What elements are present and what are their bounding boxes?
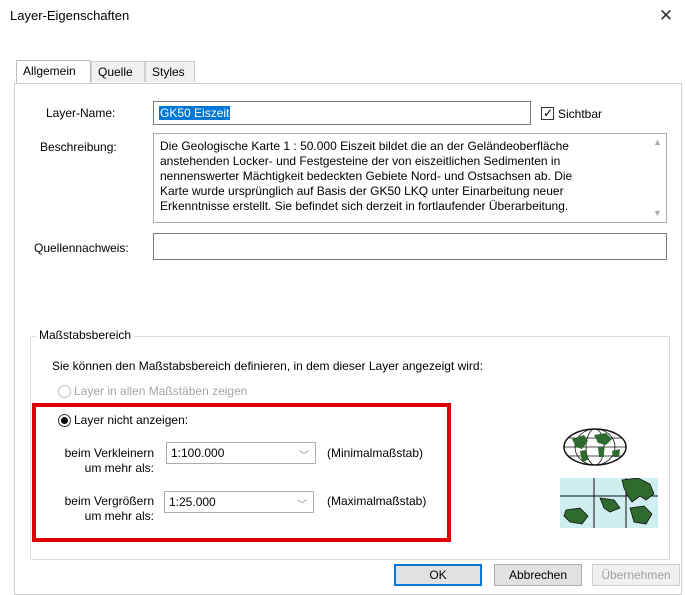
- description-label: Beschreibung:: [40, 140, 117, 154]
- visible-checkbox[interactable]: ✓: [541, 106, 554, 120]
- visible-label: Sichtbar: [558, 107, 603, 121]
- window-title: Layer-Eigenschaften: [10, 8, 130, 23]
- description-line: nennenswerter Mächtigkeit bedeckten Gebi…: [160, 169, 573, 183]
- layer-name-label: Layer-Name:: [46, 106, 116, 120]
- cancel-button[interactable]: Abbrechen: [494, 564, 582, 586]
- close-icon[interactable]: ✕: [653, 3, 679, 29]
- scale-range-intro: Sie können den Maßstabsbereich definiere…: [52, 359, 483, 373]
- ok-button[interactable]: OK: [394, 564, 482, 586]
- scroll-up-icon[interactable]: ▲: [649, 134, 666, 151]
- description-textarea[interactable]: Die Geologische Karte 1 : 50.000 Eiszeit…: [153, 133, 667, 223]
- description-line: anstehenden Locker- und Festgesteine der…: [160, 154, 561, 168]
- scale-range-legend: Maßstabsbereich: [36, 328, 135, 342]
- layer-name-value: GK50 Eiszeit: [159, 106, 231, 120]
- radio-all-scales[interactable]: [58, 385, 71, 398]
- tab-quelle[interactable]: Quelle: [91, 61, 145, 82]
- layer-name-input[interactable]: GK50 Eiszeit: [153, 101, 531, 125]
- description-line: Erkenntnisse erstellt. Sie befindet sich…: [160, 199, 569, 213]
- description-line: Karte wurde ursprünglich auf Basis der G…: [160, 184, 564, 198]
- source-input[interactable]: [153, 233, 667, 260]
- scroll-down-icon[interactable]: ▼: [649, 205, 666, 222]
- globe-icon: [562, 427, 628, 470]
- description-line: Die Geologische Karte 1 : 50.000 Eiszeit…: [160, 139, 569, 153]
- radio-all-scales-label: Layer in allen Maßstäben zeigen: [74, 384, 248, 398]
- description-text: Die Geologische Karte 1 : 50.000 Eiszeit…: [160, 139, 640, 214]
- layer-properties-dialog: Layer-Eigenschaften ✕ Allgemein Quelle S…: [0, 0, 685, 595]
- apply-button[interactable]: Übernehmen: [592, 564, 680, 586]
- highlight-box: [32, 403, 451, 542]
- tab-styles[interactable]: Styles: [145, 61, 195, 82]
- check-icon: ✓: [543, 106, 554, 120]
- description-scrollbar[interactable]: ▲ ▼: [649, 134, 666, 222]
- tab-allgemein[interactable]: Allgemein: [16, 60, 91, 83]
- source-label: Quellennachweis:: [34, 241, 129, 255]
- map-detail-icon: [560, 477, 658, 531]
- title-bar: Layer-Eigenschaften ✕: [0, 0, 685, 32]
